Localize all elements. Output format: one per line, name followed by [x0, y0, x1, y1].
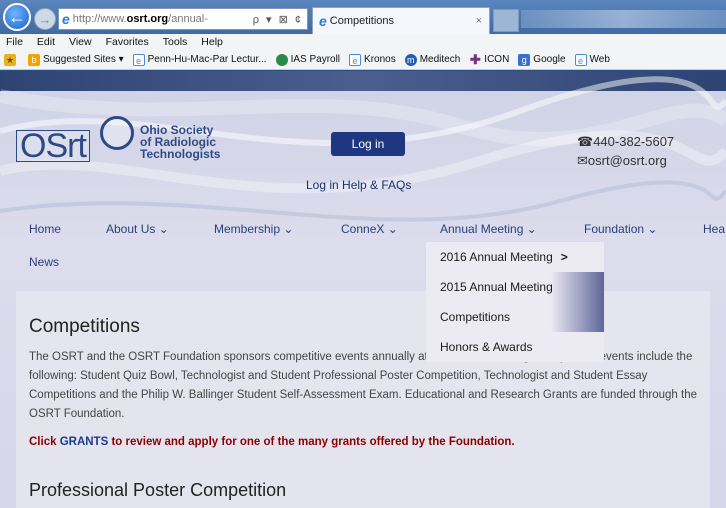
fav-google[interactable]: g Google: [518, 53, 566, 66]
chevron-right-icon: >: [560, 250, 568, 264]
phone-number: ☎440-382-5607: [577, 134, 675, 149]
osrt-logo[interactable]: OSrt Ohio Society of Radiologic Technolo…: [16, 116, 221, 163]
menu-file[interactable]: File: [6, 36, 23, 48]
star-icon: ★: [4, 53, 16, 66]
web-page: OSrt Ohio Society of Radiologic Technolo…: [0, 71, 726, 508]
grants-link[interactable]: GRANTS: [60, 436, 109, 448]
address-bar[interactable]: e http://www.osrt.org/annual- ρ ▾ ⊠ ¢: [58, 8, 308, 30]
menu-favorites[interactable]: Favorites: [106, 36, 149, 48]
fav-ias-payroll[interactable]: IAS Payroll: [275, 53, 340, 66]
nav-news[interactable]: News: [29, 255, 59, 269]
logo-mark: OSrt: [16, 116, 134, 163]
bing-icon: b: [28, 53, 40, 66]
nav-foundation[interactable]: Foundation ⌄: [584, 222, 657, 236]
nav-about-us[interactable]: About Us ⌄: [106, 222, 169, 236]
nav-home[interactable]: Home: [29, 222, 61, 236]
fav-icon[interactable]: ✚ ICON: [469, 51, 509, 67]
ie-logo-icon: e: [62, 11, 70, 27]
nav-health[interactable]: Hea: [703, 222, 725, 236]
fav-meditech[interactable]: m Meditech: [404, 53, 460, 66]
organization-name: Ohio Society of Radiologic Technologists: [140, 123, 221, 161]
email-link[interactable]: ✉osrt@osrt.org: [577, 153, 667, 169]
back-arrow-icon[interactable]: ←: [3, 3, 31, 31]
url-text: http://www.osrt.org/annual-: [72, 13, 208, 25]
login-help-link[interactable]: Log in Help & FAQs: [306, 178, 411, 192]
logo-letters: OSrt: [16, 129, 90, 163]
main-navigation: Home About Us ⌄ Membership ⌄ ConneX ⌄ An…: [0, 222, 726, 244]
nav-connex[interactable]: ConneX ⌄: [341, 222, 398, 236]
fav-kronos[interactable]: e Kronos: [349, 53, 396, 66]
new-tab-button[interactable]: [493, 9, 519, 32]
grant-callout: Click GRANTS to review and apply for one…: [29, 436, 515, 448]
forward-arrow-icon[interactable]: →: [34, 8, 56, 30]
intro-paragraph: The OSRT and the OSRT Foundation sponsor…: [29, 351, 698, 420]
meditech-icon: m: [404, 53, 417, 66]
dropdown-item-competitions[interactable]: Competitions: [426, 302, 604, 332]
blurred-tab-area: [521, 10, 726, 28]
menu-help[interactable]: Help: [201, 36, 223, 48]
tab-close-icon[interactable]: ×: [476, 15, 489, 27]
favorites-star[interactable]: ★: [4, 53, 19, 66]
dropdown-item-honors[interactable]: Honors & Awards: [426, 332, 604, 362]
dropdown-item-2015[interactable]: 2015 Annual Meeting: [426, 272, 604, 302]
favorites-bar: ★ b Suggested Sites ▾ e Penn-Hu-Mac-Par Le…: [0, 50, 726, 70]
section-heading: Professional Poster Competition: [29, 480, 287, 500]
nav-annual-meeting[interactable]: Annual Meeting ⌄: [440, 222, 537, 236]
google-icon: g: [518, 53, 531, 66]
search-refresh-icons[interactable]: ρ ▾ ⊠ ¢: [253, 13, 307, 26]
fav-web[interactable]: e Web: [574, 53, 610, 66]
ie-page-icon: e: [132, 53, 145, 66]
login-button[interactable]: Log in: [331, 132, 405, 156]
ie-tab-icon: e: [319, 13, 327, 29]
menu-tools[interactable]: Tools: [163, 36, 188, 48]
seal-icon: [100, 116, 134, 150]
browser-toolbar: ← → e http://www.osrt.org/annual- ρ ▾ ⊠ …: [0, 0, 726, 34]
tab-competitions[interactable]: e Competitions ×: [312, 7, 490, 34]
annual-meeting-dropdown: 2016 Annual Meeting > 2015 Annual Meeting…: [426, 242, 604, 362]
page-title: Competitions: [29, 316, 140, 337]
fav-suggested-sites[interactable]: b Suggested Sites ▾: [28, 53, 124, 66]
header-band: [0, 71, 726, 91]
nav-membership[interactable]: Membership ⌄: [214, 222, 293, 236]
menu-view[interactable]: View: [69, 36, 92, 48]
fav-penn-lecture[interactable]: e Penn-Hu-Mac-Par Lectur...: [132, 53, 267, 66]
dropdown-item-2016[interactable]: 2016 Annual Meeting >: [426, 242, 604, 272]
ie-page-icon: e: [574, 53, 587, 66]
globe-icon: [275, 53, 288, 66]
menu-bar: File Edit View Favorites Tools Help: [0, 34, 726, 50]
ie-page-icon: e: [349, 53, 362, 66]
cross-icon: ✚: [469, 51, 481, 67]
menu-edit[interactable]: Edit: [37, 36, 55, 48]
tab-title: Competitions: [329, 15, 394, 27]
